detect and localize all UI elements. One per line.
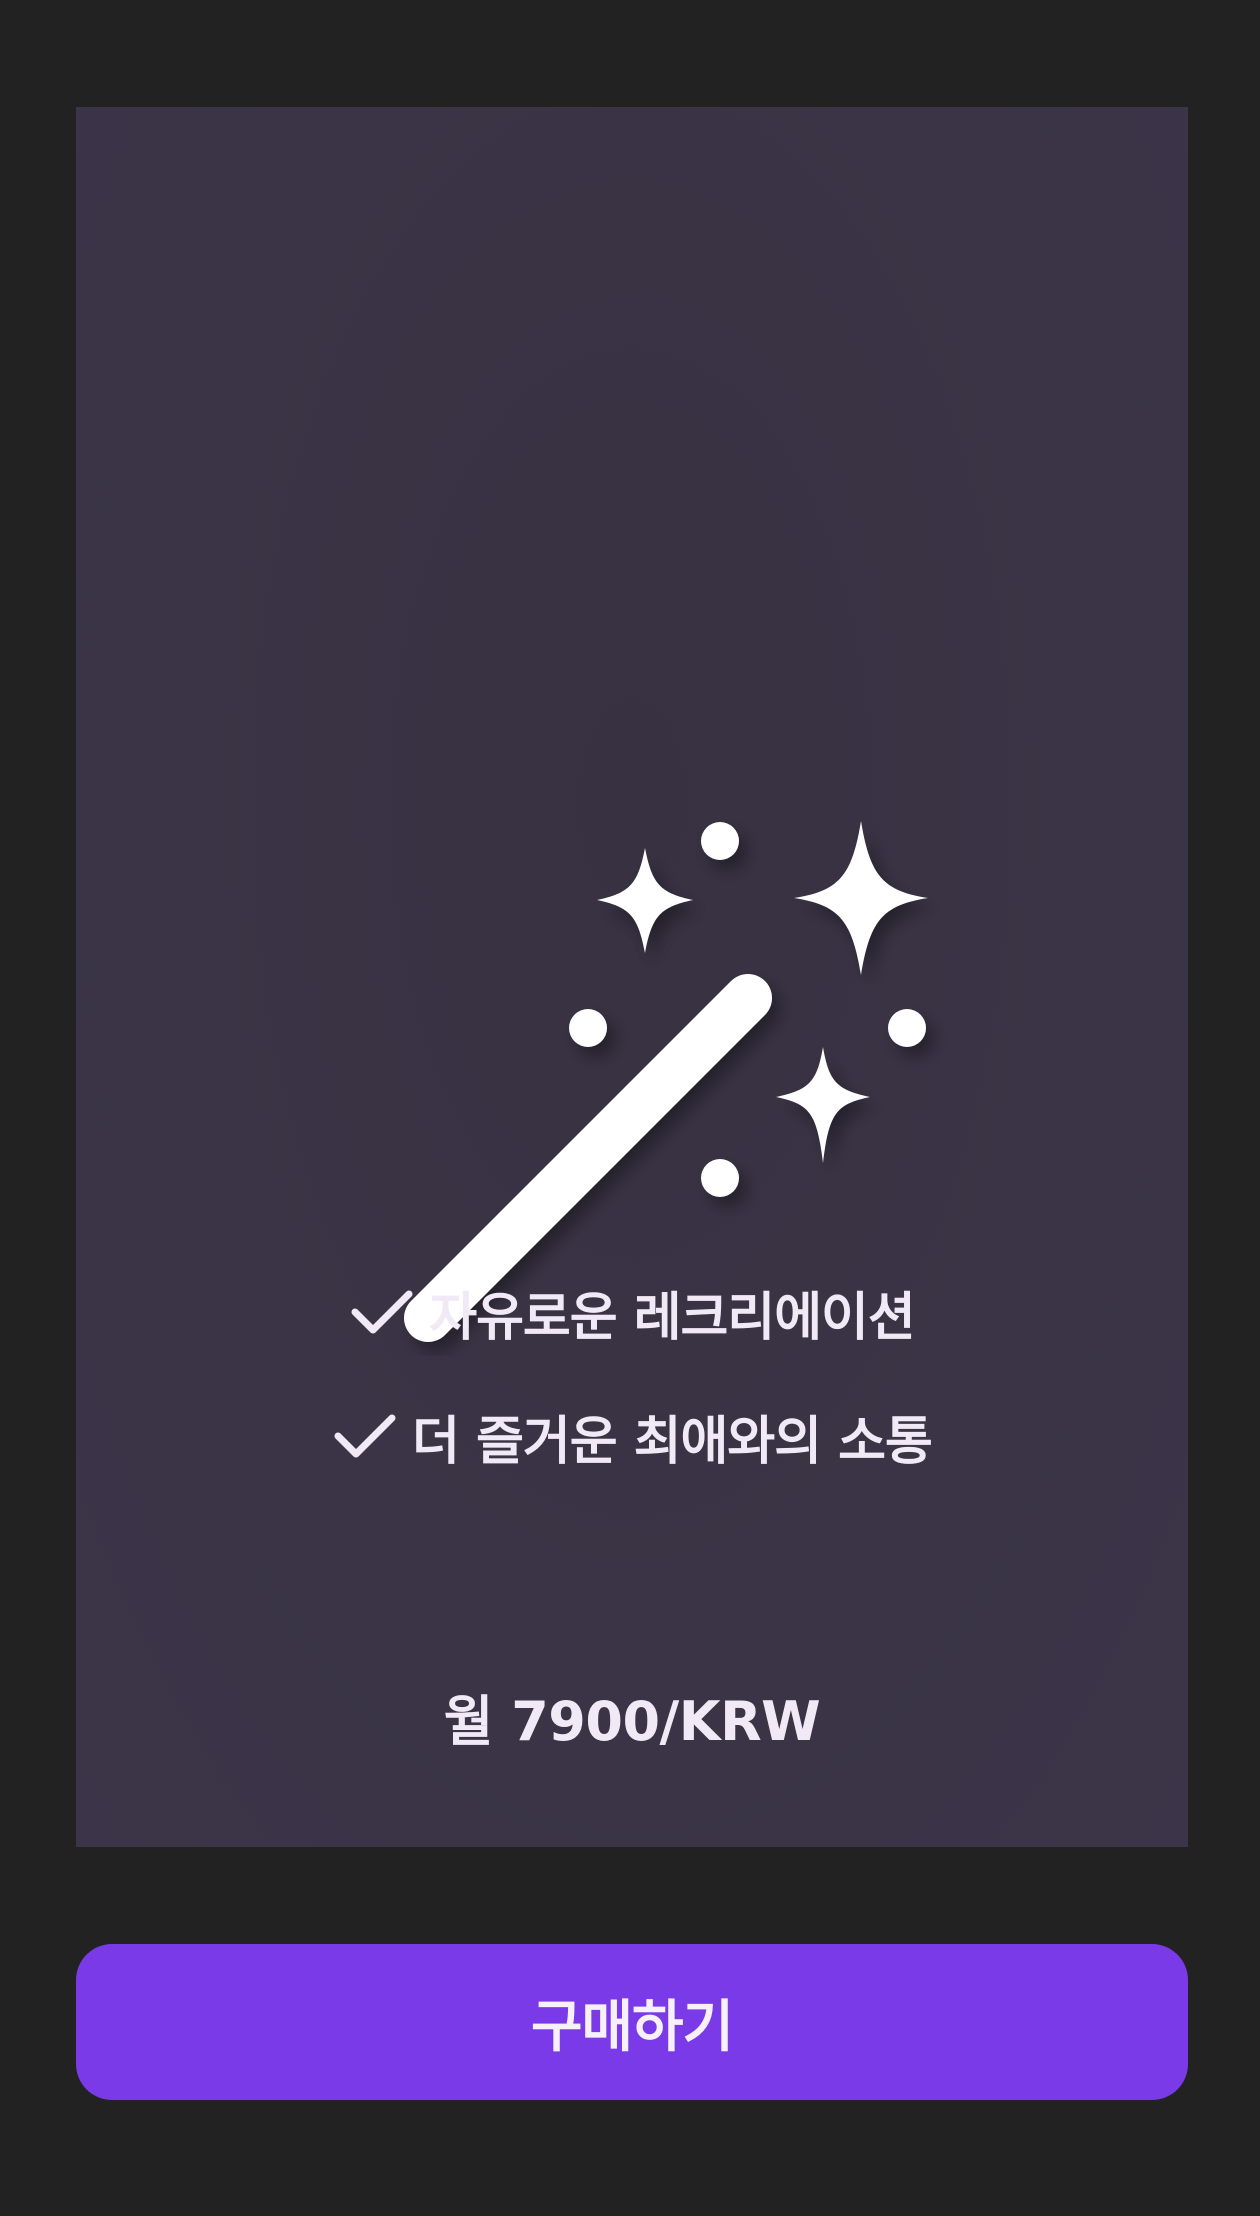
purchase-button[interactable]: 구매하기 (76, 1944, 1188, 2100)
feature-item: 더 즐거운 최애와의 소통 (76, 1391, 1188, 1481)
feature-label: 자유로운 레크리에이션 (429, 1287, 916, 1348)
feature-label: 더 즐거운 최애와의 소통 (412, 1411, 933, 1472)
feature-list: 자유로운 레크리에이션 더 즐거운 최애와의 소통 (76, 1267, 1188, 1481)
subscription-screen: 자유로운 레크리에이션 더 즐거운 최애와의 소통 월 7900/KRW 구매하… (0, 0, 1260, 2216)
feature-item: 자유로운 레크리에이션 (76, 1267, 1188, 1357)
checkmark-icon (351, 1290, 413, 1334)
magic-wand-sparkles-icon (404, 821, 928, 1342)
illustration (76, 107, 1188, 1847)
subscription-card: 자유로운 레크리에이션 더 즐거운 최애와의 소통 월 7900/KRW (76, 107, 1188, 1847)
checkmark-icon (334, 1414, 396, 1458)
price-label: 월 7900/KRW (443, 1690, 821, 1753)
